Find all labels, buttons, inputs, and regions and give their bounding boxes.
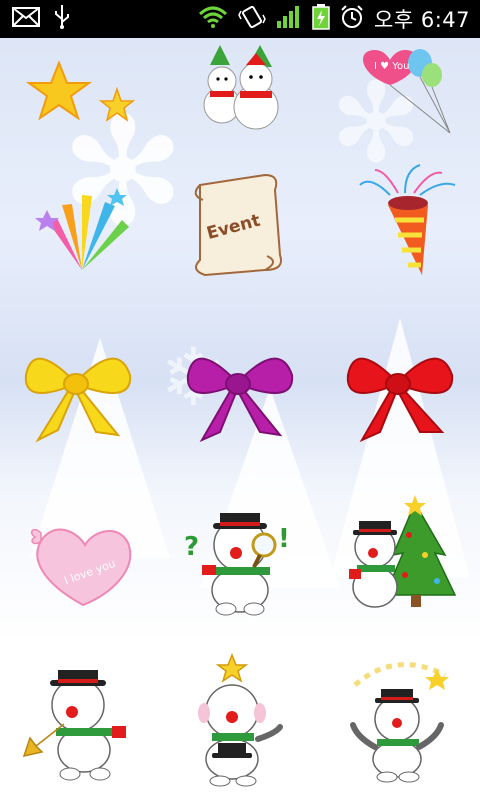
snowmen-icon [203,45,279,130]
signal-icon [276,5,302,33]
sticker-snowmen[interactable] [180,30,300,150]
sticker-event-scroll[interactable]: Event [180,165,300,285]
sticker-snowman-arms-up[interactable] [345,660,465,783]
svg-text:!: ! [278,524,290,554]
love-heart-icon: I love you [30,528,131,606]
sticker-heart-balloons[interactable]: I ♥ You [345,30,465,150]
red-bow-icon [346,357,454,443]
sticker-snowman-tree[interactable] [345,495,465,615]
usb-icon [54,5,70,33]
sticker-purple-bow[interactable] [180,330,300,450]
fireworks-icon [35,188,129,270]
sticker-yellow-bow[interactable] [18,330,138,450]
svg-text:?: ? [184,532,199,562]
sticker-fireworks[interactable] [22,165,142,285]
sticker-snowman-star[interactable] [180,652,300,787]
purple-bow-icon [186,357,294,443]
snowman-arms-up-icon [350,662,449,783]
alarm-icon [340,5,364,33]
sticker-red-bow[interactable] [340,330,460,450]
event-scroll-icon: Event [194,173,282,277]
vibrate-icon [238,5,266,33]
battery-charging-icon [312,4,330,34]
stars-icon [25,60,136,122]
mail-icon [12,7,40,31]
sticker-snowman-magnifier[interactable]: ? ! [180,495,300,616]
sticker-snowman-trumpet[interactable] [20,660,140,781]
snowman-tree-icon [349,495,457,608]
sticker-party-popper[interactable] [345,164,465,285]
yellow-bow-icon [24,357,132,443]
snowman-trumpet-icon [22,670,126,781]
snowman-star-icon [198,652,283,787]
heart-balloons-icon: I ♥ You [363,49,451,134]
sticker-love-heart[interactable]: I love you [20,500,140,620]
sticker-stars[interactable] [14,38,136,158]
snowman-magnifier-icon: ? ! [184,513,290,616]
party-popper-icon [359,164,456,275]
balloon-text: I ♥ You [374,61,410,72]
wifi-icon [198,6,228,32]
